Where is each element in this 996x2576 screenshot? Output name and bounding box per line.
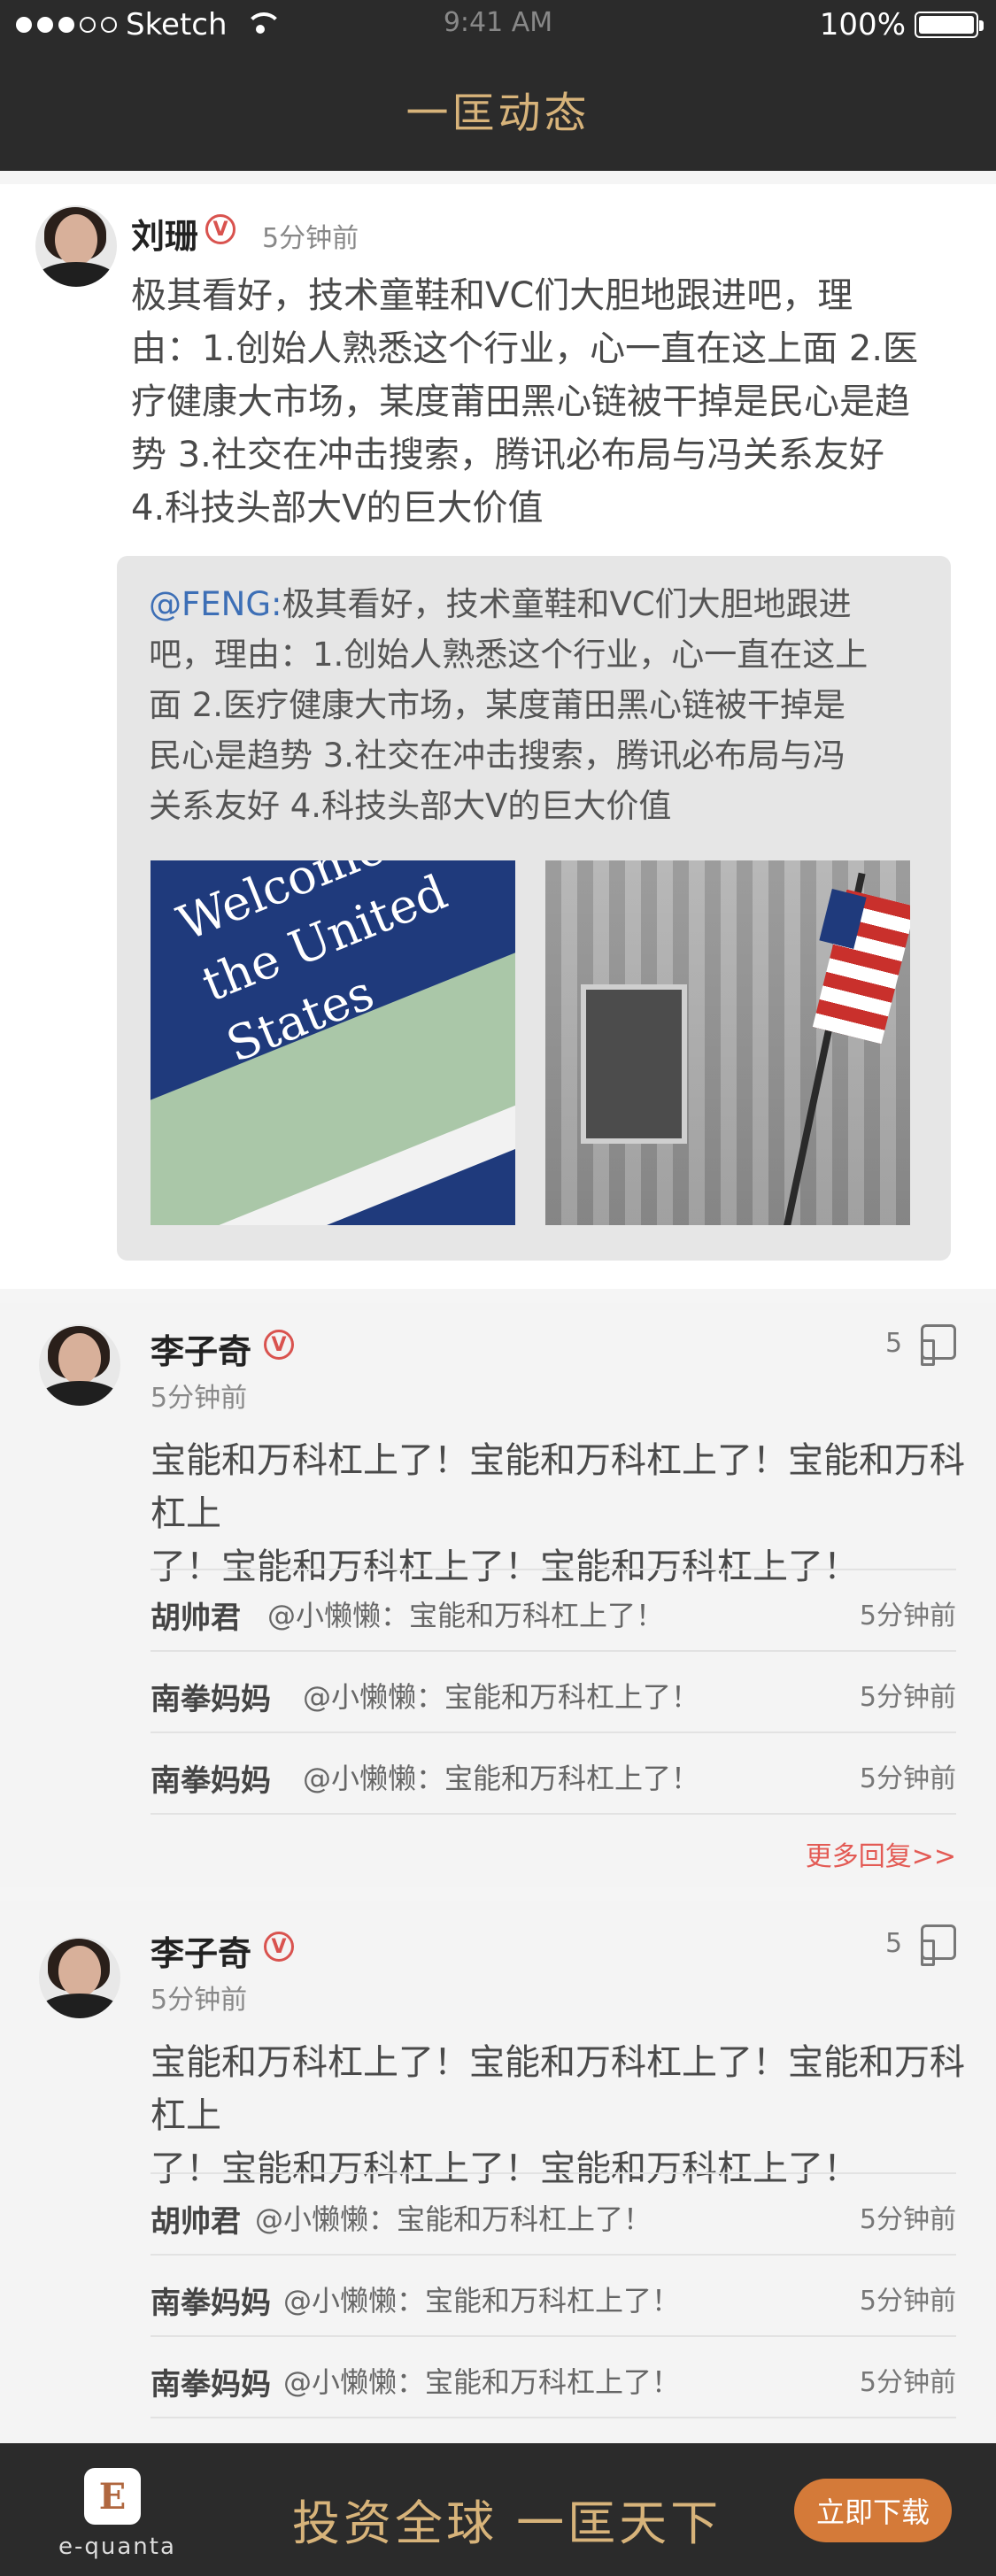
- status-bar: Sketch 9:41 AM 100%: [0, 0, 996, 55]
- reply-time: 5分钟前: [859, 1763, 956, 1794]
- quoted-line: 关系友好 4.科技头部大V的巨大价值: [149, 787, 672, 825]
- quoted-line: 民心是趋势 3.社交在冲击搜索，腾讯必布局与冯: [149, 737, 846, 775]
- comment-content: 宝能和万科杠上了！宝能和万科杠上了！宝能和万科杠上 了！宝能和万科杠上了！宝能和…: [151, 2036, 965, 2195]
- reply-time: 5分钟前: [859, 1682, 956, 1713]
- page-title: 一匡动态: [405, 89, 591, 138]
- reply-row[interactable]: 胡帅君 @小懒懒：宝能和万科杠上了！ 5分钟前: [151, 2172, 956, 2254]
- post-author[interactable]: 刘珊: [131, 209, 198, 258]
- app-logo-text: e-quanta: [58, 2534, 176, 2560]
- comment-author[interactable]: 李子奇: [151, 1926, 251, 1975]
- thumbs-up-icon[interactable]: [921, 1324, 956, 1366]
- reply-time: 5分钟前: [859, 1600, 956, 1631]
- more-replies-link[interactable]: 更多回复>>: [806, 1834, 956, 1873]
- thumbs-up-icon[interactable]: [921, 1924, 956, 1966]
- quoted-image-1[interactable]: Welcome to the United States: [151, 860, 515, 1225]
- avatar[interactable]: [35, 205, 117, 287]
- post-content-line: 疗健康大市场，某度莆田黑心链被干掉是民心是趋: [131, 382, 910, 422]
- reply-text: @小懒懒：宝能和万科杠上了！: [303, 1680, 700, 1714]
- quoted-image-2[interactable]: [545, 860, 910, 1225]
- bottom-banner: E e-quanta 投资全球 一匡天下 立即下载: [0, 2443, 996, 2576]
- reply-text: @小懒懒：宝能和万科杠上了！: [267, 1599, 665, 1632]
- like-count: 5: [885, 1928, 903, 1959]
- avatar[interactable]: [39, 1324, 120, 1406]
- battery-icon: [915, 12, 984, 38]
- post-time: 5分钟前: [262, 223, 359, 254]
- post-content-line: 极其看好，技术童鞋和VC们大胆地跟进吧，理: [131, 275, 853, 316]
- reply-author[interactable]: 胡帅君: [151, 1593, 241, 1637]
- comment-time: 5分钟前: [151, 1985, 248, 2016]
- quoted-post[interactable]: @FENG:极其看好，技术童鞋和VC们大胆地跟进 吧，理由：1.创始人熟悉这个行…: [117, 556, 951, 1261]
- verified-badge-icon: V: [205, 214, 235, 244]
- comment-content-line: 宝能和万科杠上了！宝能和万科杠上了！宝能和万科杠上: [151, 2042, 965, 2136]
- quoted-line: @FENG:极其看好，技术童鞋和VC们大胆地跟进: [149, 585, 852, 623]
- reply-row[interactable]: 胡帅君 @小懒懒：宝能和万科杠上了！ 5分钟前: [151, 1569, 956, 1650]
- post-content-line: 势 3.社交在冲击搜索，腾讯必布局与冯关系友好: [131, 435, 884, 475]
- quoted-text: @FENG:极其看好，技术童鞋和VC们大胆地跟进 吧，理由：1.创始人熟悉这个行…: [149, 579, 928, 831]
- verified-badge-icon: V: [264, 1330, 294, 1360]
- reply-author[interactable]: 南拳妈妈: [151, 1756, 271, 1800]
- post-content-line: 4.科技头部大V的巨大价值: [131, 488, 544, 528]
- reply-time: 5分钟前: [859, 2286, 956, 2317]
- post-card: 刘珊 V 5分钟前 极其看好，技术童鞋和VC们大胆地跟进吧，理 由：1.创始人熟…: [0, 184, 996, 1289]
- download-button[interactable]: 立即下载: [794, 2479, 952, 2542]
- reply-author[interactable]: 南拳妈妈: [151, 1675, 271, 1718]
- reply-divider: [151, 1813, 956, 1815]
- status-right: 100%: [819, 7, 984, 42]
- reply-row[interactable]: 南拳妈妈 @小懒懒：宝能和万科杠上了！ 5分钟前: [151, 1731, 956, 1813]
- comment-card: 李子奇 V 5分钟前 5 宝能和万科杠上了！宝能和万科杠上了！宝能和万科杠上 了…: [0, 1901, 996, 2443]
- reply-row[interactable]: 南拳妈妈 @小懒懒：宝能和万科杠上了！ 5分钟前: [151, 1650, 956, 1731]
- avatar[interactable]: [39, 1937, 120, 2018]
- reply-text: @小懒懒：宝能和万科杠上了！: [283, 2284, 681, 2318]
- battery-percentage: 100%: [819, 7, 906, 42]
- reply-author[interactable]: 南拳妈妈: [151, 2360, 271, 2403]
- reply-author[interactable]: 胡帅君: [151, 2197, 241, 2241]
- post-content-line: 由：1.创始人熟悉这个行业，心一直在这上面 2.医: [131, 328, 919, 369]
- verified-badge-icon: V: [264, 1932, 294, 1962]
- comment-content-line: 宝能和万科杠上了！宝能和万科杠上了！宝能和万科杠上: [151, 1440, 965, 1534]
- like-count: 5: [885, 1328, 903, 1359]
- reply-author[interactable]: 南拳妈妈: [151, 2279, 271, 2322]
- mention-link[interactable]: @FENG:: [149, 585, 282, 623]
- comment-author[interactable]: 李子奇: [151, 1324, 251, 1373]
- reply-time: 5分钟前: [859, 2204, 956, 2235]
- reply-row[interactable]: 南拳妈妈 @小懒懒：宝能和万科杠上了！ 5分钟前: [151, 2254, 956, 2335]
- top-bar: Sketch 9:41 AM 100% 一匡动态: [0, 0, 996, 171]
- reply-divider: [151, 2417, 956, 2418]
- comment-card: 李子奇 V 5分钟前 5 宝能和万科杠上了！宝能和万科杠上了！宝能和万科杠上 了…: [0, 1303, 996, 1887]
- quoted-line: 吧，理由：1.创始人熟悉这个行业，心一直在这上: [149, 636, 869, 674]
- banner-slogan: 投资全球 一匡天下: [292, 2495, 722, 2551]
- post-content: 极其看好，技术童鞋和VC们大胆地跟进吧，理 由：1.创始人熟悉这个行业，心一直在…: [131, 269, 963, 535]
- reply-time: 5分钟前: [859, 2367, 956, 2398]
- reply-text: @小懒懒：宝能和万科杠上了！: [255, 2202, 652, 2236]
- app-logo-icon: E: [84, 2468, 141, 2525]
- comment-time: 5分钟前: [151, 1383, 248, 1414]
- reply-text: @小懒懒：宝能和万科杠上了！: [303, 1762, 700, 1795]
- reply-text: @小懒懒：宝能和万科杠上了！: [283, 2365, 681, 2399]
- quoted-line: 面 2.医疗健康大市场，某度莆田黑心链被干掉是: [149, 686, 846, 724]
- reply-row[interactable]: 南拳妈妈 @小懒懒：宝能和万科杠上了！ 5分钟前: [151, 2335, 956, 2417]
